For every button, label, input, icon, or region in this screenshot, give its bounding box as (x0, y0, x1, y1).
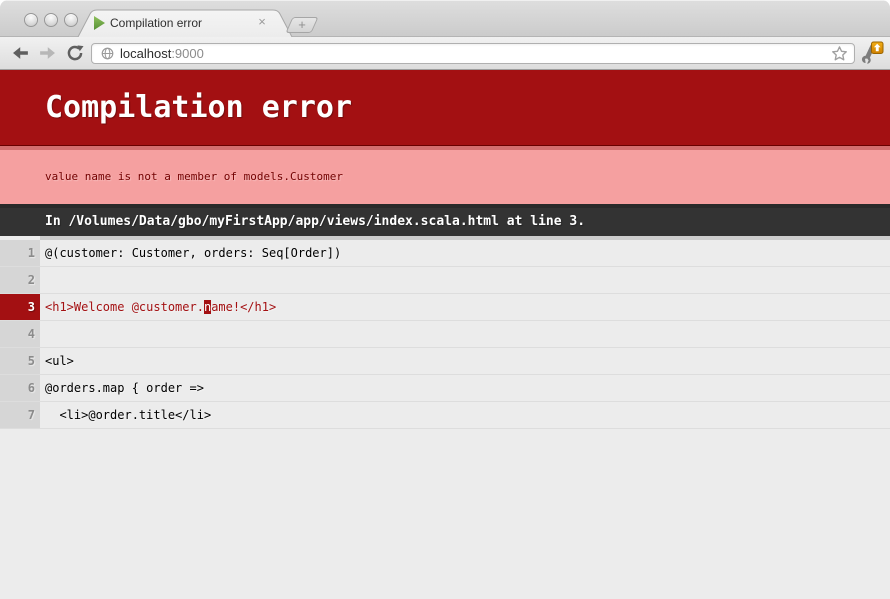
line-code (40, 267, 890, 277)
line-code: <h1>Welcome @customer.name!</h1> (40, 294, 890, 320)
toolbar: localhost:9000 (0, 37, 890, 70)
tab-title: Compilation error (110, 16, 202, 30)
source-line-5: 5<ul> (0, 348, 890, 375)
forward-button[interactable] (39, 44, 57, 62)
code-before-marker: <h1>Welcome @customer. (45, 300, 204, 314)
source-line-7: 7 <li>@order.title</li> (0, 402, 890, 429)
source-line-2: 2 (0, 267, 890, 294)
line-number: 3 (0, 294, 40, 320)
url-host: localhost (120, 46, 171, 61)
source-line-3-error: 3<h1>Welcome @customer.name!</h1> (0, 294, 890, 321)
new-tab-button[interactable]: + (285, 17, 318, 33)
address-bar[interactable]: localhost:9000 (91, 43, 855, 64)
code-after-marker: ame!</h1> (211, 300, 276, 314)
tab-strip: Compilation error × + (0, 0, 890, 37)
source-code: 1@(customer: Customer, orders: Seq[Order… (0, 236, 890, 429)
tab-compilation-error[interactable]: Compilation error × (77, 9, 293, 37)
source-line-6: 6@orders.map { order => (0, 375, 890, 402)
forward-arrow-icon (39, 44, 57, 62)
bookmark-button[interactable] (831, 45, 848, 67)
browser-window: Compilation error × + (0, 0, 890, 599)
window-minimize-button[interactable] (44, 13, 58, 27)
url-port: :9000 (171, 46, 204, 61)
page-title: Compilation error (0, 70, 890, 146)
error-page: Compilation error value name is not a me… (0, 70, 890, 599)
line-number: 5 (0, 348, 40, 374)
line-number: 2 (0, 267, 40, 293)
line-number: 1 (0, 240, 40, 266)
menu-button[interactable] (858, 41, 884, 65)
line-code (40, 321, 890, 331)
update-arrow-badge (872, 42, 884, 54)
line-number: 4 (0, 321, 40, 347)
line-number: 6 (0, 375, 40, 401)
wrench-icon (858, 41, 884, 65)
source-line-4: 4 (0, 321, 890, 348)
window-close-button[interactable] (24, 13, 38, 27)
source-line-1: 1@(customer: Customer, orders: Seq[Order… (0, 236, 890, 267)
plus-icon: + (290, 18, 314, 32)
reload-icon (66, 44, 84, 62)
line-code: @orders.map { order => (40, 375, 890, 401)
line-code: @(customer: Customer, orders: Seq[Order]… (40, 236, 890, 266)
error-detail: value name is not a member of models.Cus… (0, 146, 890, 204)
back-button[interactable] (11, 44, 29, 62)
line-code: <ul> (40, 348, 890, 374)
error-location: In /Volumes/Data/gbo/myFirstApp/app/view… (0, 204, 890, 236)
star-icon (831, 45, 848, 62)
line-code: <li>@order.title</li> (40, 402, 890, 428)
tab-close-icon[interactable]: × (255, 15, 269, 29)
play-icon (93, 16, 106, 30)
back-arrow-icon (11, 44, 29, 62)
globe-icon (100, 46, 115, 61)
url-text: localhost:9000 (120, 46, 204, 61)
window-zoom-button[interactable] (64, 13, 78, 27)
reload-button[interactable] (66, 44, 84, 62)
line-number: 7 (0, 402, 40, 428)
